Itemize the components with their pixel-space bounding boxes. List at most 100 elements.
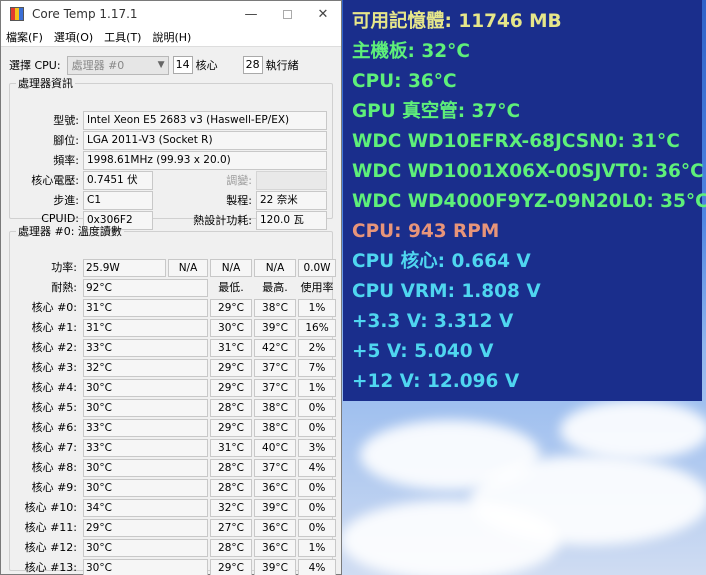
core-max-temp: 38°C xyxy=(254,299,296,317)
osd-line: 可用記憶體: 11746 MB xyxy=(352,11,562,32)
osd-line: WDC WD1001X06X-00SJVT0: 36°C xyxy=(352,161,704,182)
minimize-button[interactable]: — xyxy=(233,1,269,27)
osd-line: +5 V: 5.040 V xyxy=(352,341,494,362)
core-label: 核心 #5: xyxy=(31,401,77,414)
frequency-value: 1998.61MHz (99.93 x 20.0) xyxy=(83,151,327,170)
osd-line: WDC WD4000F9YZ-09N20L0: 35°C xyxy=(352,191,706,212)
core-min-temp: 32°C xyxy=(210,499,252,517)
power-dram: 0.0W xyxy=(298,259,336,277)
tjmax-value: 92°C xyxy=(83,279,208,297)
menu-bar: 檔案(F) 選項(O) 工具(T) 說明(H) xyxy=(1,27,341,47)
core-row: 核心 #8: 30°C 28°C 37°C 4% xyxy=(10,459,336,477)
core-temp: 30°C xyxy=(83,459,208,477)
core-load: 0% xyxy=(298,499,336,517)
core-max-temp: 39°C xyxy=(254,499,296,517)
core-load: 0% xyxy=(298,519,336,537)
core-load: 4% xyxy=(298,559,336,575)
core-load: 1% xyxy=(298,539,336,557)
core-label: 核心 #1: xyxy=(31,321,77,334)
core-max-temp: 36°C xyxy=(254,479,296,497)
core-temp: 31°C xyxy=(83,299,208,317)
core-label: 核心 #11: xyxy=(24,521,77,534)
core-load: 16% xyxy=(298,319,336,337)
core-min-temp: 29°C xyxy=(210,299,252,317)
core-load: 4% xyxy=(298,459,336,477)
core-temp: 32°C xyxy=(83,359,208,377)
core-min-temp: 27°C xyxy=(210,519,252,537)
power-package: 25.9W xyxy=(83,259,166,277)
core-temp: 31°C xyxy=(83,319,208,337)
coretemp-window: Core Temp 1.17.1 — ✕ 檔案(F) 選項(O) 工具(T) 說… xyxy=(0,0,342,575)
processor-info-legend: 處理器資訊 xyxy=(18,77,73,90)
core-temp: 30°C xyxy=(83,559,208,575)
core-max-temp: 36°C xyxy=(254,539,296,557)
power-row: 功率: 25.9W N/A N/A N/A 0.0W xyxy=(10,259,336,277)
minimize-icon: — xyxy=(244,6,258,22)
close-button[interactable]: ✕ xyxy=(305,1,341,27)
temperature-readings-group: 處理器 #0: 溫度讀數 功率: 25.9W N/A N/A N/A 0.0W … xyxy=(9,223,336,575)
tjmax-row: 耐熱: 92°C 最低. 最高. 使用率 xyxy=(10,279,334,297)
power-gpu: N/A xyxy=(254,259,296,277)
core-temp: 29°C xyxy=(83,519,208,537)
core-label: 核心 #10: xyxy=(24,501,77,514)
core-row: 核心 #2: 33°C 31°C 42°C 2% xyxy=(10,339,336,357)
osd-line: CPU: 36°C xyxy=(352,71,457,92)
core-row: 核心 #9: 30°C 28°C 36°C 0% xyxy=(10,479,336,497)
core-min-temp: 28°C xyxy=(210,459,252,477)
processor-info-group: 處理器資訊 型號: Intel Xeon E5 2683 v3 (Haswell… xyxy=(9,75,333,230)
menu-file[interactable]: 檔案(F) xyxy=(6,29,43,45)
thread-count: 28 xyxy=(242,56,263,74)
core-label: 核心 #4: xyxy=(31,381,77,394)
core-label: 核心 #9: xyxy=(31,481,77,494)
power-uncore: N/A xyxy=(210,259,252,277)
window-title: Core Temp 1.17.1 xyxy=(32,7,138,21)
core-max-temp: 39°C xyxy=(254,559,296,575)
core-row: 核心 #5: 30°C 28°C 38°C 0% xyxy=(10,399,336,417)
core-min-temp: 31°C xyxy=(210,439,252,457)
core-temp: 30°C xyxy=(83,399,208,417)
max-header: 最高. xyxy=(262,281,288,294)
cloud-shape xyxy=(340,500,560,575)
core-row: 核心 #10: 34°C 32°C 39°C 0% xyxy=(10,499,336,517)
core-min-temp: 31°C xyxy=(210,339,252,357)
maximize-button[interactable] xyxy=(269,1,305,27)
maximize-icon xyxy=(282,9,292,19)
core-load: 1% xyxy=(298,379,336,397)
core-row: 核心 #3: 32°C 29°C 37°C 7% xyxy=(10,359,336,377)
core-row: 核心 #6: 33°C 29°C 38°C 0% xyxy=(10,419,336,437)
lithography-label: 製程: xyxy=(226,194,252,207)
core-temp: 34°C xyxy=(83,499,208,517)
core-load: 1% xyxy=(298,299,336,317)
cpu-select-dropdown[interactable]: 處理器 #0 ▼ xyxy=(66,55,169,75)
lithography-value: 22 奈米 xyxy=(256,191,327,210)
core-max-temp: 38°C xyxy=(254,419,296,437)
core-min-temp: 29°C xyxy=(210,359,252,377)
menu-help[interactable]: 說明(H) xyxy=(152,29,191,45)
osd-line: 主機板: 32°C xyxy=(352,41,470,62)
menu-options[interactable]: 選項(O) xyxy=(54,29,93,45)
core-label: 核心 #12: xyxy=(24,541,77,554)
core-label: 核心 #13: xyxy=(24,561,77,574)
load-header: 使用率 xyxy=(300,281,334,294)
core-count-label: 核心 xyxy=(195,59,218,72)
core-max-temp: 39°C xyxy=(254,319,296,337)
core-label: 核心 #2: xyxy=(31,341,77,354)
core-count: 14 xyxy=(172,56,193,74)
core-load: 3% xyxy=(298,439,336,457)
core-max-temp: 42°C xyxy=(254,339,296,357)
menu-tools[interactable]: 工具(T) xyxy=(104,29,141,45)
core-label: 核心 #8: xyxy=(31,461,77,474)
core-label: 核心 #0: xyxy=(31,301,77,314)
cloud-shape xyxy=(560,400,706,460)
core-max-temp: 37°C xyxy=(254,379,296,397)
core-label: 核心 #3: xyxy=(31,361,77,374)
core-temp: 33°C xyxy=(83,339,208,357)
osd-line: +12 V: 12.096 V xyxy=(352,371,520,392)
core-load: 2% xyxy=(298,339,336,357)
core-max-temp: 36°C xyxy=(254,519,296,537)
core-load: 7% xyxy=(298,359,336,377)
stepping-label: 步進: xyxy=(53,194,79,207)
core-min-temp: 28°C xyxy=(210,479,252,497)
title-bar[interactable]: Core Temp 1.17.1 — ✕ xyxy=(1,1,341,27)
thread-count-label: 執行緒 xyxy=(265,59,299,72)
